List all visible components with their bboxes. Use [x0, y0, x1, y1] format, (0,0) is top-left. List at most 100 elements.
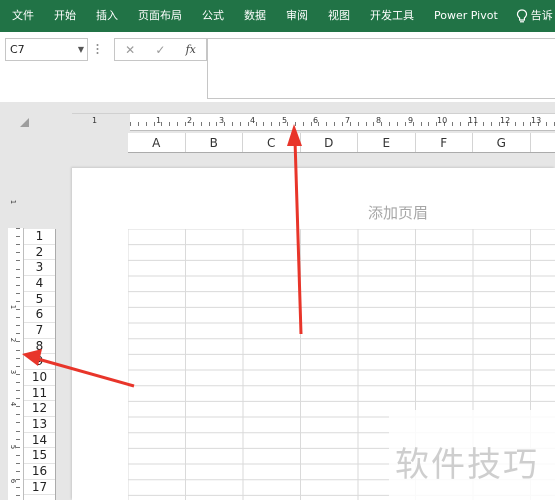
ruler-tick: [224, 122, 226, 126]
tab-page-layout[interactable]: 页面布局: [128, 0, 192, 32]
column-header-b[interactable]: B: [186, 133, 243, 152]
ruler-tick: [546, 122, 548, 126]
ruler-number: 1: [9, 304, 18, 310]
enter-icon[interactable]: ✓: [155, 43, 165, 57]
ruler-number: 11: [468, 116, 479, 125]
tell-me-button[interactable]: 告诉: [508, 0, 555, 32]
ruler-number: 6: [313, 116, 319, 125]
ruler-tick: [16, 260, 20, 262]
ruler-tick: [16, 390, 20, 391]
cancel-icon[interactable]: ✕: [125, 43, 135, 57]
add-header-placeholder[interactable]: 添加页眉: [368, 202, 428, 223]
ruler-number: 3: [9, 369, 18, 375]
column-header-d[interactable]: D: [301, 133, 358, 152]
ruler-tick: [522, 122, 524, 126]
ruler-tick: [16, 268, 20, 270]
ruler-tick: [310, 122, 312, 126]
row-header[interactable]: 11: [24, 386, 55, 402]
ruler-number: 5: [282, 116, 288, 125]
row-header[interactable]: 2: [24, 245, 55, 261]
ruler-tick: [389, 122, 391, 126]
ruler-tick: [16, 414, 20, 416]
ribbon-tab-bar: 文件 开始 插入 页面布局 公式 数据 审阅 视图 开发工具 Power Piv…: [0, 0, 555, 32]
ruler-tick: [216, 122, 218, 126]
ruler-tick: [381, 122, 383, 126]
resize-handle-icon[interactable]: [96, 43, 99, 55]
row-header[interactable]: 12: [24, 401, 55, 417]
ruler-tick: [318, 122, 320, 126]
watermark-text: 软件技巧: [395, 445, 539, 485]
ruler-margin: [72, 114, 130, 131]
row-header[interactable]: 7: [24, 323, 55, 339]
tab-power-pivot[interactable]: Power Pivot: [424, 0, 508, 32]
row-header[interactable]: 10: [24, 370, 55, 386]
row-header[interactable]: 5: [24, 292, 55, 308]
ruler-tick: [184, 122, 186, 126]
row-header[interactable]: 9: [24, 354, 55, 370]
ruler-number: 1: [92, 116, 98, 125]
ruler-tick: [16, 317, 20, 319]
ruler-tick: [153, 122, 155, 126]
ruler-tick: [16, 292, 20, 294]
tab-file[interactable]: 文件: [0, 0, 44, 32]
ruler-tick: [341, 122, 343, 126]
row-header[interactable]: 4: [24, 276, 55, 292]
row-header[interactable]: 8: [24, 339, 55, 355]
tab-formulas[interactable]: 公式: [192, 0, 234, 32]
column-header-g[interactable]: G: [473, 133, 531, 152]
row-header[interactable]: 1: [24, 229, 55, 245]
tab-home[interactable]: 开始: [44, 0, 86, 32]
ruler-tick: [294, 122, 296, 126]
ruler-tick: [16, 349, 20, 351]
select-all-triangle-icon[interactable]: [20, 118, 29, 127]
ruler-number: 4: [9, 401, 18, 407]
row-header[interactable]: 14: [24, 433, 55, 449]
tab-data[interactable]: 数据: [234, 0, 276, 32]
row-header[interactable]: 3: [24, 260, 55, 276]
tab-developer[interactable]: 开发工具: [360, 0, 424, 32]
tab-insert[interactable]: 插入: [86, 0, 128, 32]
tab-review[interactable]: 审阅: [276, 0, 318, 32]
ruler-number: 9: [408, 116, 414, 125]
ruler-tick: [16, 438, 20, 440]
ruler-tick: [16, 462, 20, 464]
column-header-f[interactable]: F: [416, 133, 473, 152]
ruler-number: 10: [437, 116, 448, 125]
formula-input[interactable]: [207, 38, 555, 99]
vertical-ruler: 1 1 2 3 4 5 6: [8, 170, 24, 500]
ruler-tick: [239, 122, 241, 126]
formula-buttons: ✕ ✓ fx: [114, 38, 207, 61]
name-box[interactable]: C7 ▼: [5, 38, 88, 61]
name-box-value: C7: [10, 43, 25, 56]
row-header[interactable]: 17: [24, 480, 55, 496]
ruler-tick: [16, 325, 20, 327]
ruler-tick: [177, 122, 179, 126]
tell-me-label: 告诉: [530, 9, 553, 22]
ruler-tick: [16, 228, 20, 229]
tab-view[interactable]: 视图: [318, 0, 360, 32]
insert-function-icon[interactable]: fx: [186, 43, 196, 56]
row-header[interactable]: 16: [24, 464, 55, 480]
ruler-tick: [404, 122, 406, 126]
ruler-tick: [357, 122, 359, 126]
ruler-tick: [420, 122, 422, 126]
column-header-a[interactable]: A: [128, 133, 186, 152]
ruler-tick: [16, 381, 20, 383]
row-header[interactable]: 15: [24, 448, 55, 464]
ruler-tick: [169, 122, 171, 126]
ruler-tick: [16, 398, 20, 400]
row-header[interactable]: 6: [24, 307, 55, 323]
ruler-tick: [326, 122, 328, 126]
ruler-tick: [16, 430, 20, 432]
ruler-number: 2: [187, 116, 193, 125]
row-header[interactable]: 13: [24, 417, 55, 433]
column-header-c[interactable]: C: [243, 133, 301, 152]
ruler-tick: [16, 454, 20, 456]
ruler-tick: [255, 122, 257, 126]
ruler-number: 13: [531, 116, 542, 125]
ruler-tick: [16, 244, 20, 246]
column-header-e[interactable]: E: [358, 133, 416, 152]
ruler-tick: [16, 333, 20, 335]
chevron-down-icon[interactable]: ▼: [78, 39, 84, 60]
ruler-tick: [334, 122, 336, 126]
